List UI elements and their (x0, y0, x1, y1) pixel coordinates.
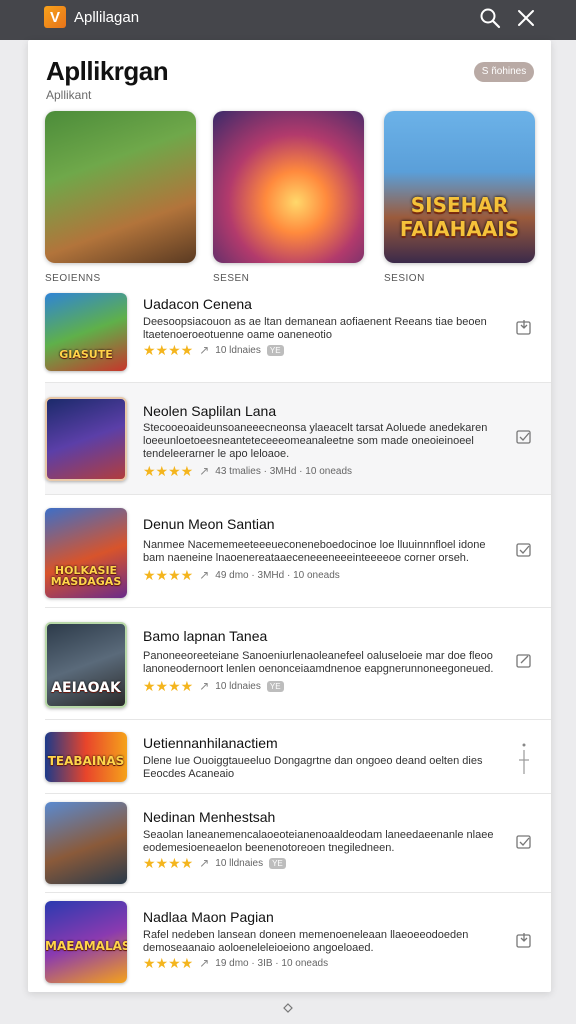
app-title: Nadlaa Maon Pagian (143, 909, 274, 925)
share-icon[interactable]: ↗ (199, 956, 209, 970)
install-icon[interactable] (515, 832, 533, 850)
list-item[interactable]: Nedinan Menhestsah Seaolan laneanemencal… (45, 794, 551, 893)
list-item[interactable]: TEABAINAS Uetiennanhilanactiem Dlene Iue… (45, 720, 551, 794)
share-icon[interactable]: ↗ (199, 679, 209, 693)
app-description: Stecooeoaideunsoaneeecneonsa ylaeacelt t… (143, 422, 488, 460)
app-meta: ★★★★ ↗ 10 lldnaies YE (143, 856, 286, 870)
status-badge: YE (266, 680, 284, 692)
thumbnail-text: HOLKASIE MASDAGAS (50, 563, 122, 589)
title-bar: V Apllilagan (0, 0, 576, 40)
share-icon[interactable]: ↗ (199, 856, 209, 870)
app-title: Bamo lapnan Tanea (143, 628, 268, 644)
app-title: Neolen Saplilan Lana (143, 403, 277, 419)
rating-stars: ★★★★ (143, 342, 194, 358)
featured-artwork (45, 111, 196, 263)
page-title: Apllikrgan (46, 56, 169, 86)
thumbnail-text: MAEAMALAS (45, 939, 127, 954)
more-icon[interactable] (517, 740, 531, 780)
app-description: Seaolan laneanemencalaoeoteianenoaaldeod… (143, 829, 494, 854)
app-stats: 43 tmalies · 3MHd · 10 oneads (215, 465, 352, 477)
rating-stars: ★★★★ (143, 463, 194, 479)
app-stats: 49 dmo · 3MHd · 10 oneads (215, 569, 340, 581)
list-item[interactable]: MAEAMALAS Nadlaa Maon Pagian Rafel nedeb… (45, 893, 551, 991)
list-item[interactable]: HOLKASIE MASDAGAS Denun Meon Santian Nan… (45, 495, 551, 608)
app-thumbnail: TEABAINAS (45, 732, 127, 782)
thumbnail-text: AEIAOAK (51, 680, 121, 697)
featured-caption: SESION (384, 273, 425, 284)
install-icon[interactable] (515, 427, 533, 445)
app-title: Denun Meon Santian (143, 516, 275, 532)
app-description: Panoneeoreeteiane Sanoeniurlenaoleanefee… (143, 650, 494, 675)
app-description: Dlene Iue Ouoiggtaueeluo Dongagrtne dan … (143, 755, 483, 780)
app-thumbnail (45, 397, 127, 481)
status-badge: YE (269, 857, 286, 869)
search-icon[interactable] (478, 6, 502, 30)
app-description: Deesoopsiacouon as ae ltan demanean aofi… (143, 316, 487, 341)
app-meta: ★★★★ ↗ 19 dmo · 3IB · 10 oneads (143, 956, 328, 970)
app-stats: 10 ldnaies (215, 344, 261, 356)
app-meta: ★★★★ ↗ 43 tmalies · 3MHd · 10 oneads (143, 464, 352, 478)
featured-card-3[interactable]: SISEHAR FAIAHAAIS SESION (384, 111, 535, 284)
rating-stars: ★★★★ (143, 678, 194, 694)
share-icon[interactable]: ↗ (199, 464, 209, 478)
list-item[interactable]: GIASUTE Uadacon Cenena Deesoopsiacouon a… (45, 286, 551, 383)
app-thumbnail: HOLKASIE MASDAGAS (45, 508, 127, 598)
app-thumbnail: MAEAMALAS (45, 901, 127, 983)
featured-caption: SESEN (213, 273, 250, 284)
list-item[interactable]: Neolen Saplilan Lana Stecooeoaideunsoane… (45, 383, 551, 495)
window-title: Apllilagan (74, 9, 140, 26)
app-title: Uetiennanhilanactiem (143, 735, 278, 751)
featured-card-1[interactable]: SEOIENNS (45, 111, 196, 284)
options-button[interactable]: S ñohines (474, 62, 534, 82)
app-stats: 10 lldnaies (215, 857, 264, 869)
app-stats: 19 dmo · 3IB · 10 oneads (215, 957, 329, 969)
app-thumbnail: AEIAOAK (45, 622, 127, 708)
app-description: Rafel nedeben lansean doneen memenoenele… (143, 929, 469, 954)
install-icon[interactable] (515, 540, 533, 558)
rating-stars: ★★★★ (143, 567, 194, 583)
app-thumbnail (45, 802, 127, 884)
app-description: Nanmee Nacememeeteeeueconeneboedocinoe l… (143, 539, 486, 564)
share-icon[interactable]: ↗ (199, 343, 209, 357)
app-meta: ★★★★ ↗ 49 dmo · 3MHd · 10 oneads (143, 568, 340, 582)
rating-stars: ★★★★ (143, 955, 194, 971)
close-icon[interactable] (514, 6, 538, 30)
app-title: Nedinan Menhestsah (143, 809, 276, 825)
app-meta: ★★★★ ↗ 10 ldnaies YE (143, 679, 284, 693)
install-icon[interactable] (515, 318, 533, 336)
app-stats: 10 ldnaies (215, 680, 261, 692)
status-badge: YE (266, 344, 284, 356)
app-logo: V (44, 6, 66, 28)
app-title: Uadacon Cenena (143, 296, 252, 312)
featured-card-2[interactable]: SESEN (213, 111, 364, 284)
share-icon[interactable]: ↗ (199, 568, 209, 582)
thumbnail-text: GIASUTE (59, 348, 113, 362)
featured-caption: SEOIENNS (45, 273, 101, 284)
app-thumbnail: GIASUTE (45, 293, 127, 371)
page-subtitle: Apllikant (46, 88, 92, 102)
featured-art-text: SISEHAR FAIAHAAIS (399, 193, 520, 241)
app-meta: ★★★★ ↗ 10 ldnaies YE (143, 343, 284, 357)
scroll-indicator-icon[interactable] (283, 1003, 293, 1013)
rating-stars: ★★★★ (143, 855, 194, 871)
featured-artwork (213, 111, 364, 263)
featured-artwork: SISEHAR FAIAHAAIS (384, 111, 535, 263)
thumbnail-text: TEABAINAS (47, 754, 125, 769)
install-icon[interactable] (515, 651, 533, 669)
content-panel: Apllikrgan Apllikant S ñohines SEOIENNS … (28, 40, 551, 992)
list-item[interactable]: AEIAOAK Bamo lapnan Tanea Panoneeoreetei… (45, 608, 551, 720)
install-icon[interactable] (515, 931, 533, 949)
